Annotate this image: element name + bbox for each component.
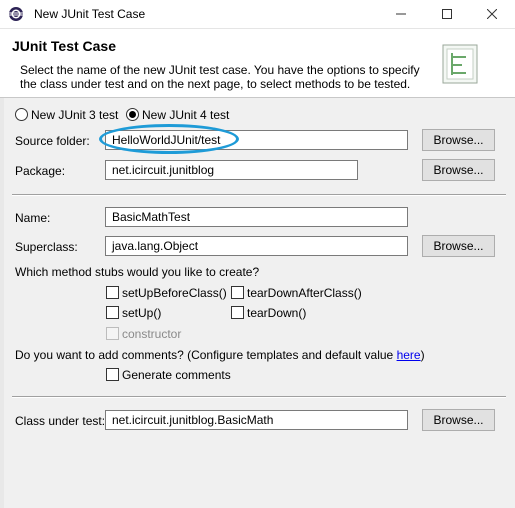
maximize-icon — [442, 9, 452, 19]
superclass-browse-button[interactable]: Browse... — [422, 235, 495, 257]
teardown-checkbox[interactable] — [231, 306, 244, 319]
comments-question: Do you want to add comments? (Configure … — [15, 348, 425, 362]
comments-question-prefix: Do you want to add comments? (Configure … — [15, 348, 397, 362]
eclipse-app-icon — [8, 7, 24, 21]
comments-question-suffix: ) — [420, 348, 425, 362]
package-input[interactable]: net.icircuit.junitblog — [105, 160, 358, 180]
wizard-header: JUnit Test Case Select the name of the n… — [0, 29, 515, 98]
title-bar: New JUnit Test Case — [0, 0, 515, 29]
left-edge-strip — [0, 98, 4, 508]
minimize-icon — [396, 13, 406, 15]
source-folder-label: Source folder: — [15, 134, 90, 148]
setupbeforeclass-checkbox[interactable] — [106, 286, 119, 299]
junit-wizard-icon — [442, 44, 478, 84]
constructor-label: constructor — [122, 327, 182, 341]
close-icon — [486, 8, 498, 20]
separator — [12, 396, 506, 398]
class-under-test-browse-button[interactable]: Browse... — [422, 409, 495, 431]
setupbeforeclass-label[interactable]: setUpBeforeClass() — [122, 286, 227, 300]
source-folder-input[interactable]: HelloWorldJUnit/test — [105, 130, 408, 150]
superclass-input[interactable]: java.lang.Object — [105, 236, 408, 256]
window-title: New JUnit Test Case — [34, 7, 146, 21]
name-input[interactable]: BasicMathTest — [105, 207, 408, 227]
package-browse-button[interactable]: Browse... — [422, 159, 495, 181]
stubs-question: Which method stubs would you like to cre… — [15, 265, 260, 279]
wizard-description: Select the name of the new JUnit test ca… — [20, 63, 420, 91]
junit3-label[interactable]: New JUnit 3 test — [31, 108, 118, 122]
junit3-radio[interactable] — [15, 108, 28, 121]
constructor-checkbox — [106, 327, 119, 340]
teardown-label[interactable]: tearDown() — [247, 306, 306, 320]
setup-checkbox[interactable] — [106, 306, 119, 319]
name-label: Name: — [15, 211, 51, 225]
generate-comments-checkbox[interactable] — [106, 368, 119, 381]
close-button[interactable] — [469, 0, 515, 28]
setup-label[interactable]: setUp() — [122, 306, 161, 320]
package-label: Package: — [15, 164, 66, 178]
maximize-button[interactable] — [424, 0, 470, 28]
minimize-button[interactable] — [378, 0, 424, 28]
teardownafterclass-checkbox[interactable] — [231, 286, 244, 299]
teardownafterclass-label[interactable]: tearDownAfterClass() — [247, 286, 362, 300]
class-under-test-input[interactable]: net.icircuit.junitblog.BasicMath — [105, 410, 408, 430]
separator — [12, 194, 506, 196]
superclass-label: Superclass: — [15, 240, 78, 254]
wizard-title: JUnit Test Case — [12, 38, 116, 54]
junit4-radio[interactable] — [126, 108, 139, 121]
junit4-label[interactable]: New JUnit 4 test — [142, 108, 229, 122]
configure-templates-link[interactable]: here — [397, 348, 421, 362]
generate-comments-label[interactable]: Generate comments — [122, 368, 231, 382]
source-folder-browse-button[interactable]: Browse... — [422, 129, 495, 151]
class-under-test-label: Class under test: — [15, 414, 106, 428]
